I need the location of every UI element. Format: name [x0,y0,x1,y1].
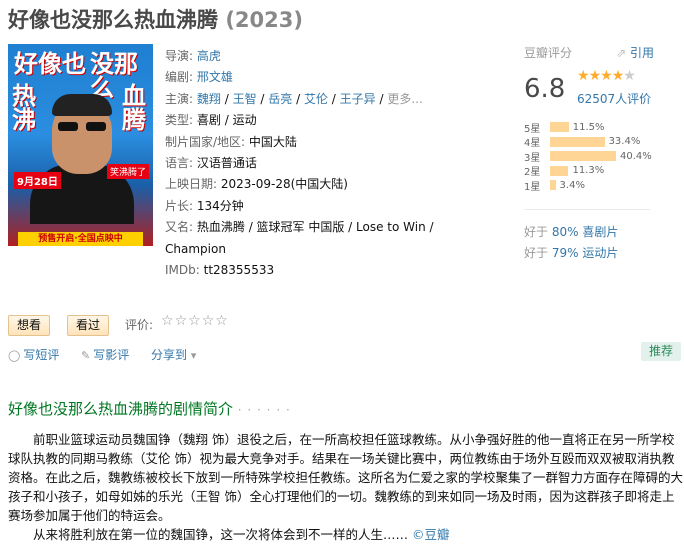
info-runtime: 片长: 134分钟 [165,198,244,213]
rating-count[interactable]: 62507人评价 [577,90,651,107]
empty-star-icon[interactable]: ☆ [202,313,216,329]
info-cast: 主演: 魏翔 / 王智 / 岳亮 / 艾伦 / 王子异 / 更多... [165,91,423,106]
rating-label: 豆瓣评分 [524,46,573,60]
better-than-2: 好于 79% 运动片 [524,246,619,260]
histogram-bar [550,165,569,176]
copyright-link[interactable]: ©豆瓣 [412,527,450,542]
histogram-row: 1星 3.4% [524,179,585,193]
watched-button[interactable]: 看过 [67,315,110,336]
comment-icon: ◯ [8,349,21,362]
writer-link[interactable]: 邢文雄 [197,70,233,84]
info-writer: 编剧: 邢文雄 [165,70,233,85]
histogram-bar [550,136,605,147]
dropdown-arrow-icon: ▾ [190,349,197,362]
star-icon: ★ [623,68,636,84]
star-icon: ★ [577,68,590,84]
summary-paragraph: 前职业篮球运动员魏国铮（魏翔 饰）退役之后，在一所高校担任篮球教练。从小争强好胜… [8,432,684,523]
share-menu[interactable]: 分享到 ▾ [151,346,199,363]
better-than-link[interactable]: 79% 运动片 [552,246,619,260]
rating-header: 豆瓣评分 ⇗ 引用 [524,44,654,61]
info-imdb: IMDb: tt28355533 [165,263,275,278]
movie-title: 好像也没那么热血沸腾 [8,8,218,32]
page-title: 好像也没那么热血沸腾 (2023) [8,4,303,34]
summary-paragraph: 从来将胜利放在第一位的魏国铮，这一次将体会到不一样的人生…… ©豆瓣 [33,527,450,542]
movie-year: (2023) [225,8,303,32]
cast-more-link[interactable]: 更多... [387,92,422,106]
recommend-button[interactable]: 推荐 [641,342,681,361]
info-country: 制片国家/地区: 中国大陆 [165,134,297,149]
poster-title-left: 好像也 [14,50,86,78]
half-star-icon: ★ [611,68,625,84]
histogram-row: 3星 40.4% [524,150,652,164]
histogram-bar [550,151,616,162]
rating-score: 6.8 [524,74,566,104]
empty-star-icon[interactable]: ☆ [175,313,189,329]
poster-title-right2: 血腾 [122,82,146,134]
cast-link[interactable]: 岳亮 [268,92,292,106]
better-than-1: 好于 80% 喜剧片 [524,225,619,239]
histogram-row: 5星 11.5% [524,121,605,135]
movie-poster[interactable]: 好像也 没那么 热沸 血腾 9月28日 笑沸腾了 预售开启·全国点映中 [8,44,153,246]
summary-body: 前职业篮球运动员魏国铮（魏翔 饰）退役之后，在一所高校担任篮球教练。从小争强好胜… [8,430,684,544]
want-to-watch-button[interactable]: 想看 [8,315,51,336]
poster-figure-hair [52,94,112,116]
pencil-icon: ✎ [81,349,91,362]
histogram-row: 4星 33.4% [524,136,641,150]
write-review[interactable]: ✎ 写影评 [81,346,129,363]
poster-date: 9月28日 [14,172,61,189]
summary-heading: 好像也没那么热血沸腾的剧情简介 · · · · · · [8,400,291,418]
cast-link[interactable]: 王子异 [340,92,376,106]
rating-stars: ★★★★★ [577,68,636,84]
info-director: 导演: 高虎 [165,49,221,63]
rating-histogram: 5星 11.5% 4星 33.4% 3星 40.4% 2星 11.3% 1星 3.4% [524,120,652,193]
rate-stars[interactable]: ☆☆☆☆☆ [161,313,229,329]
empty-star-icon[interactable]: ☆ [215,313,229,329]
star-icon: ★ [588,68,602,84]
cite-button[interactable]: ⇗ 引用 [616,44,654,61]
info-genre: 类型: 喜剧 / 运动 [165,113,257,128]
info-aka: 又名: 热血沸腾 / 篮球冠军 中国版 / Lose to Win / [165,220,434,235]
rating-panel: 豆瓣评分 ⇗ 引用 6.8 ★★★★★ 62507人评价 5星 11.5% 4星 3… [524,44,654,193]
histogram-bar [550,122,569,133]
histogram-row: 2星 11.3% [524,165,605,179]
cast-link[interactable]: 艾伦 [304,92,328,106]
histogram-bar [550,180,556,191]
rate-label: 评价: [125,318,154,332]
empty-star-icon[interactable]: ☆ [161,313,175,329]
poster-ribbon: 预售开启·全国点映中 [18,232,143,246]
heading-dots: · · · · · · [237,403,291,417]
director-link[interactable]: 高虎 [197,49,221,63]
movie-info: 导演: 高虎 编剧: 邢文雄 主演: 魏翔 / 王智 / 岳亮 / 艾伦 / 王… [165,46,434,281]
star-icon: ★ [600,68,613,84]
cast-link[interactable]: 王智 [233,92,257,106]
write-short-review[interactable]: ◯ 写短评 [8,346,59,363]
info-language: 语言: 汉语普通话 [165,156,257,171]
poster-tag: 笑沸腾了 [106,164,149,179]
empty-star-icon[interactable]: ☆ [188,313,202,329]
better-than-link[interactable]: 80% 喜剧片 [552,225,619,239]
poster-glasses-right [86,122,106,131]
poster-title-left2: 热沸 [12,82,36,134]
cast-link[interactable]: 魏翔 [197,92,221,106]
info-aka-cont: Champion [165,241,226,256]
poster-glasses-left [58,122,78,131]
divider [524,209,650,210]
share-icon: ⇗ [616,46,630,60]
info-release: 上映日期: 2023-09-28(中国大陆) [165,177,348,192]
